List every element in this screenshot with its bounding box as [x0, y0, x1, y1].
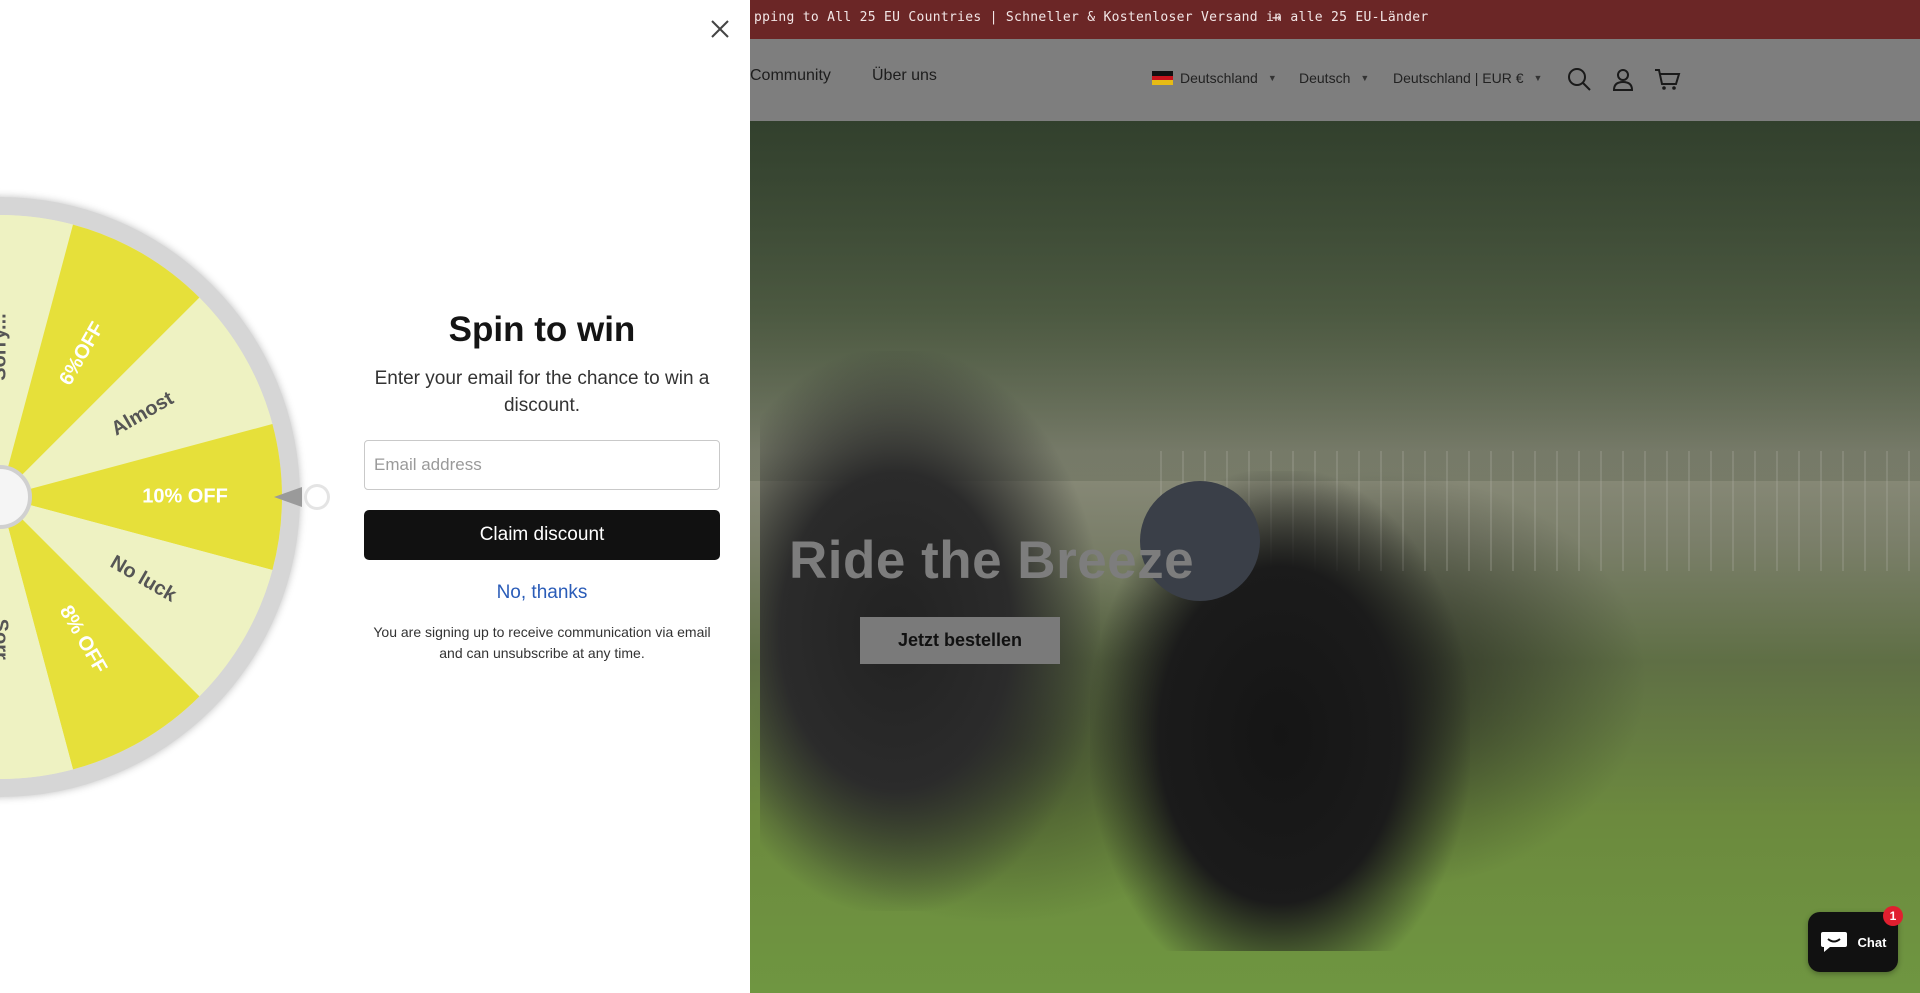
- language-selector[interactable]: Deutsch ▼: [1299, 70, 1369, 86]
- account-icon[interactable]: [1609, 65, 1637, 93]
- country-selector[interactable]: Deutschland ▼: [1152, 70, 1277, 86]
- chevron-down-icon: ▼: [1267, 73, 1277, 83]
- hero-title: Ride the Breeze: [789, 531, 1195, 590]
- chat-label: Chat: [1857, 934, 1887, 950]
- no-thanks-link[interactable]: No, thanks: [364, 582, 720, 604]
- wheel-label-sorry-a: Sorr...: [0, 619, 12, 676]
- popup-subtitle: Enter your email for the chance to win a…: [374, 368, 710, 416]
- nav-link-ueber-uns[interactable]: Über uns: [872, 67, 937, 85]
- popup-disclaimer: You are signing up to receive communicat…: [373, 624, 711, 661]
- popup-title: Spin to win: [448, 310, 636, 349]
- nav-link-community[interactable]: Community: [750, 67, 831, 85]
- chat-bubble-icon: [1820, 932, 1847, 952]
- country-label: Deutschland: [1180, 70, 1258, 86]
- claim-discount-button[interactable]: Claim discount: [364, 510, 720, 560]
- announcement-text: pping to All 25 EU Countries | Schneller…: [754, 10, 1429, 25]
- arrow-right-icon[interactable]: →: [1272, 8, 1281, 26]
- wheel-segments: 10% OFFNo luck8% OFFSorr...Sorry... 6%OFF…: [0, 215, 282, 779]
- email-input[interactable]: [364, 440, 720, 490]
- spin-to-win-popup: 10% OFF No luck 8% OFF Sorr... Sorry... 6%OFF…: [0, 0, 750, 993]
- chevron-down-icon: ▼: [1533, 73, 1543, 83]
- wheel-label-sorry-b: Sorry...: [0, 313, 10, 380]
- wheel-pointer-icon: [274, 484, 330, 510]
- cart-icon[interactable]: [1653, 65, 1681, 93]
- language-label: Deutsch: [1299, 70, 1351, 86]
- chevron-down-icon: ▼: [1360, 73, 1370, 83]
- chat-notification-badge: 1: [1883, 906, 1903, 926]
- order-now-button[interactable]: Jetzt bestellen: [860, 617, 1060, 664]
- prize-wheel: 10% OFF No luck 8% OFF Sorr... Sorry... 6%OFF…: [0, 197, 300, 797]
- search-icon[interactable]: [1565, 65, 1593, 93]
- currency-selector[interactable]: Deutschland | EUR € ▼: [1393, 70, 1542, 86]
- close-icon[interactable]: [707, 16, 733, 42]
- wheel-label-ten-off: 10% OFF: [142, 485, 228, 507]
- germany-flag-icon: [1152, 71, 1173, 85]
- currency-label: Deutschland | EUR €: [1393, 70, 1524, 86]
